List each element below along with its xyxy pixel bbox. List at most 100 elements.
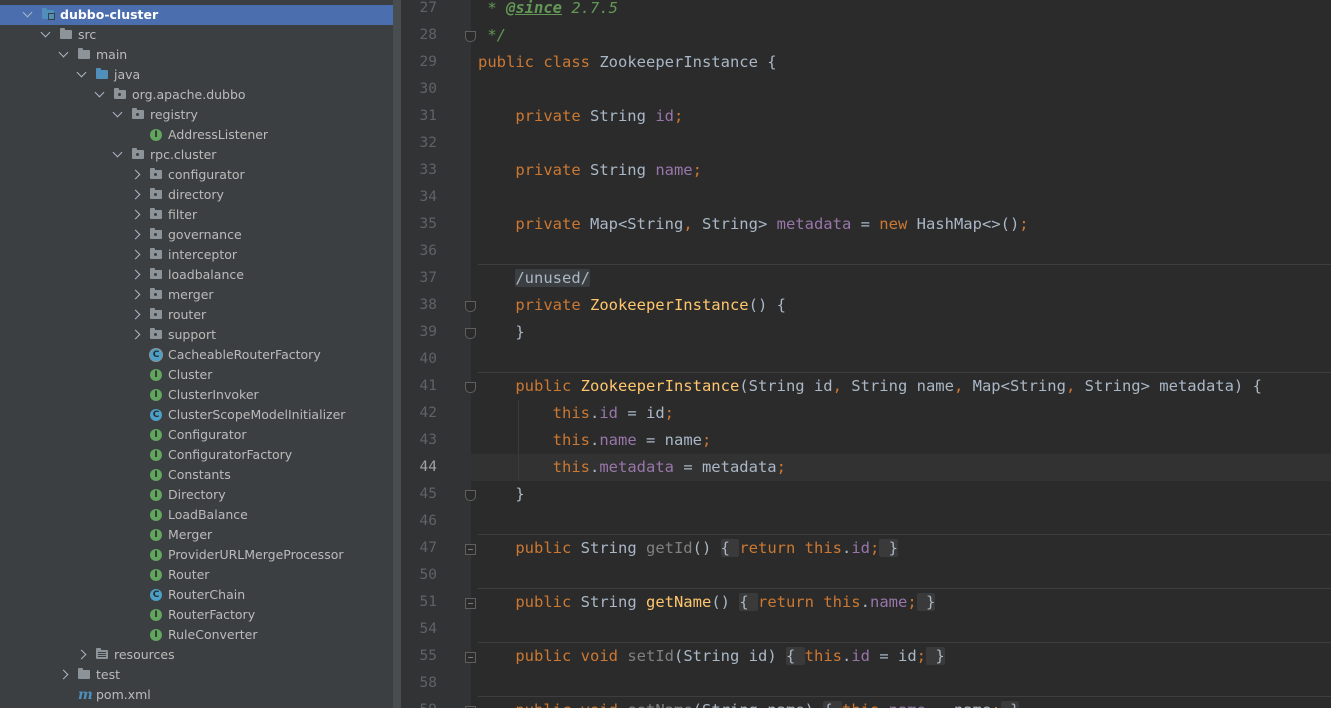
project-tree-panel[interactable]: dubbo-cluster src main java org.apache.dubbo… — [0, 0, 393, 708]
code-line[interactable]: this.name = name; — [478, 427, 712, 454]
tree-item[interactable]: I Configurator — [0, 425, 393, 445]
code-line[interactable]: public String getName() { return this.na… — [478, 589, 936, 616]
code-line[interactable]: private ZookeeperInstance() { — [478, 292, 786, 319]
code-line[interactable]: private String name; — [478, 157, 702, 184]
line-number: 42 — [419, 405, 437, 421]
fold-collapse-icon[interactable] — [465, 328, 476, 339]
tree-item[interactable]: registry — [0, 105, 393, 125]
code-token: . — [879, 701, 888, 708]
code-line[interactable]: public ZookeeperInstance(String id, Stri… — [478, 373, 1262, 400]
chevron-down-icon[interactable] — [112, 147, 123, 158]
tree-item[interactable]: main — [0, 45, 393, 65]
tree-item[interactable]: I Directory — [0, 485, 393, 505]
chevron-down-icon[interactable] — [58, 47, 69, 58]
tree-item[interactable]: C ClusterScopeModelInitializer — [0, 405, 393, 425]
code-token: new — [879, 215, 917, 233]
code-line[interactable]: this.id = id; — [478, 400, 674, 427]
code-token: ; — [916, 647, 927, 665]
code-token: , — [1065, 377, 1085, 395]
code-line[interactable]: private String id; — [478, 103, 683, 130]
tree-item[interactable]: I ProviderURLMergeProcessor — [0, 545, 393, 565]
tree-item[interactable]: C RouterChain — [0, 585, 393, 605]
code-line[interactable]: this.metadata = metadata; — [478, 454, 786, 481]
fold-expand-icon[interactable] — [465, 544, 476, 555]
tree-item[interactable]: configurator — [0, 165, 393, 185]
tree-item[interactable]: router — [0, 305, 393, 325]
code-line[interactable]: public String getId() { return this.id; … — [478, 535, 899, 562]
tree-item[interactable]: filter — [0, 205, 393, 225]
tree-item[interactable]: I Router — [0, 565, 393, 585]
chevron-right-icon[interactable] — [130, 209, 141, 220]
tree-item[interactable]: java — [0, 65, 393, 85]
line-number-gutter[interactable]: 27 28 29 30 31 32 33 34 35 36 37 38 39 40 41 42 43 44 45 46… — [401, 0, 471, 708]
chevron-right-icon[interactable] — [76, 649, 87, 660]
code-token: public class — [478, 53, 600, 71]
tree-item[interactable]: interceptor — [0, 245, 393, 265]
code-line[interactable]: /unused/ — [478, 265, 590, 292]
tree-item[interactable]: directory — [0, 185, 393, 205]
code-token: this — [804, 539, 842, 557]
code-line[interactable]: */ — [478, 22, 506, 49]
chevron-right-icon[interactable] — [130, 169, 141, 180]
fold-expand-icon[interactable] — [465, 598, 476, 609]
code-line[interactable]: private Map<String, String> metadata = n… — [478, 211, 1028, 238]
tree-item[interactable]: I LoadBalance — [0, 505, 393, 525]
code-line[interactable]: public void setName(String name) { this.… — [478, 697, 1020, 708]
fold-collapse-icon[interactable] — [465, 490, 476, 501]
line-number: 55 — [419, 648, 437, 664]
chevron-right-icon[interactable] — [130, 309, 141, 320]
code-token: setName — [627, 701, 692, 708]
code-line[interactable]: * @since 2.7.5 — [478, 0, 618, 22]
tree-item[interactable]: m pom.xml — [0, 685, 393, 705]
code-token: , — [953, 377, 973, 395]
code-line[interactable]: } — [478, 319, 524, 346]
chevron-down-icon[interactable] — [76, 67, 87, 78]
tree-item[interactable]: merger — [0, 285, 393, 305]
chevron-right-icon[interactable] — [130, 189, 141, 200]
tree-item[interactable]: test — [0, 665, 393, 685]
code-line[interactable]: } — [478, 481, 524, 508]
tree-item[interactable]: src — [0, 25, 393, 45]
chevron-down-icon[interactable] — [40, 27, 51, 38]
tree-item-label: CacheableRouterFactory — [168, 347, 321, 362]
fold-collapse-icon[interactable] — [465, 382, 476, 393]
code-line[interactable]: public class ZookeeperInstance { — [478, 49, 777, 76]
chevron-right-icon[interactable] — [130, 249, 141, 260]
fold-collapse-icon[interactable] — [465, 301, 476, 312]
code-line[interactable]: public void setId(String id) { this.id =… — [478, 643, 945, 670]
chevron-right-icon[interactable] — [130, 289, 141, 300]
tree-item[interactable]: I AddressListener — [0, 125, 393, 145]
tree-item-label: RouterChain — [168, 587, 246, 602]
tree-item[interactable]: governance — [0, 225, 393, 245]
chevron-right-icon[interactable] — [130, 269, 141, 280]
tree-item[interactable]: I RuleConverter — [0, 625, 393, 645]
tree-item[interactable]: support — [0, 325, 393, 345]
tree-item-label: support — [168, 327, 216, 342]
chevron-right-icon[interactable] — [58, 669, 69, 680]
folder-icon — [78, 668, 90, 679]
code-editor[interactable]: 27 28 29 30 31 32 33 34 35 36 37 38 39 40 41 42 43 44 45 46… — [401, 0, 1331, 708]
tree-item[interactable]: dubbo-cluster — [0, 5, 393, 25]
code-token: getId — [645, 539, 693, 557]
chevron-down-icon[interactable] — [94, 87, 105, 98]
tree-item[interactable]: I Merger — [0, 525, 393, 545]
tree-item[interactable]: rpc.cluster — [0, 145, 393, 165]
tree-item[interactable]: C CacheableRouterFactory — [0, 345, 393, 365]
tree-item[interactable]: org.apache.dubbo — [0, 85, 393, 105]
tree-item[interactable]: I Constants — [0, 465, 393, 485]
tree-item[interactable]: loadbalance — [0, 265, 393, 285]
tree-item[interactable]: resources — [0, 645, 393, 665]
tree-item[interactable]: I ClusterInvoker — [0, 385, 393, 405]
tree-item[interactable]: I RouterFactory — [0, 605, 393, 625]
tree-item[interactable]: I ConfiguratorFactory — [0, 445, 393, 465]
code-token: this — [478, 458, 590, 476]
fold-expand-icon[interactable] — [465, 652, 476, 663]
chevron-down-icon[interactable] — [22, 7, 33, 18]
chevron-right-icon[interactable] — [130, 229, 141, 240]
chevron-right-icon[interactable] — [130, 329, 141, 340]
fold-collapse-icon[interactable] — [465, 31, 476, 42]
panel-splitter[interactable] — [393, 0, 401, 708]
chevron-down-icon[interactable] — [112, 107, 123, 118]
tree-item[interactable]: I Cluster — [0, 365, 393, 385]
